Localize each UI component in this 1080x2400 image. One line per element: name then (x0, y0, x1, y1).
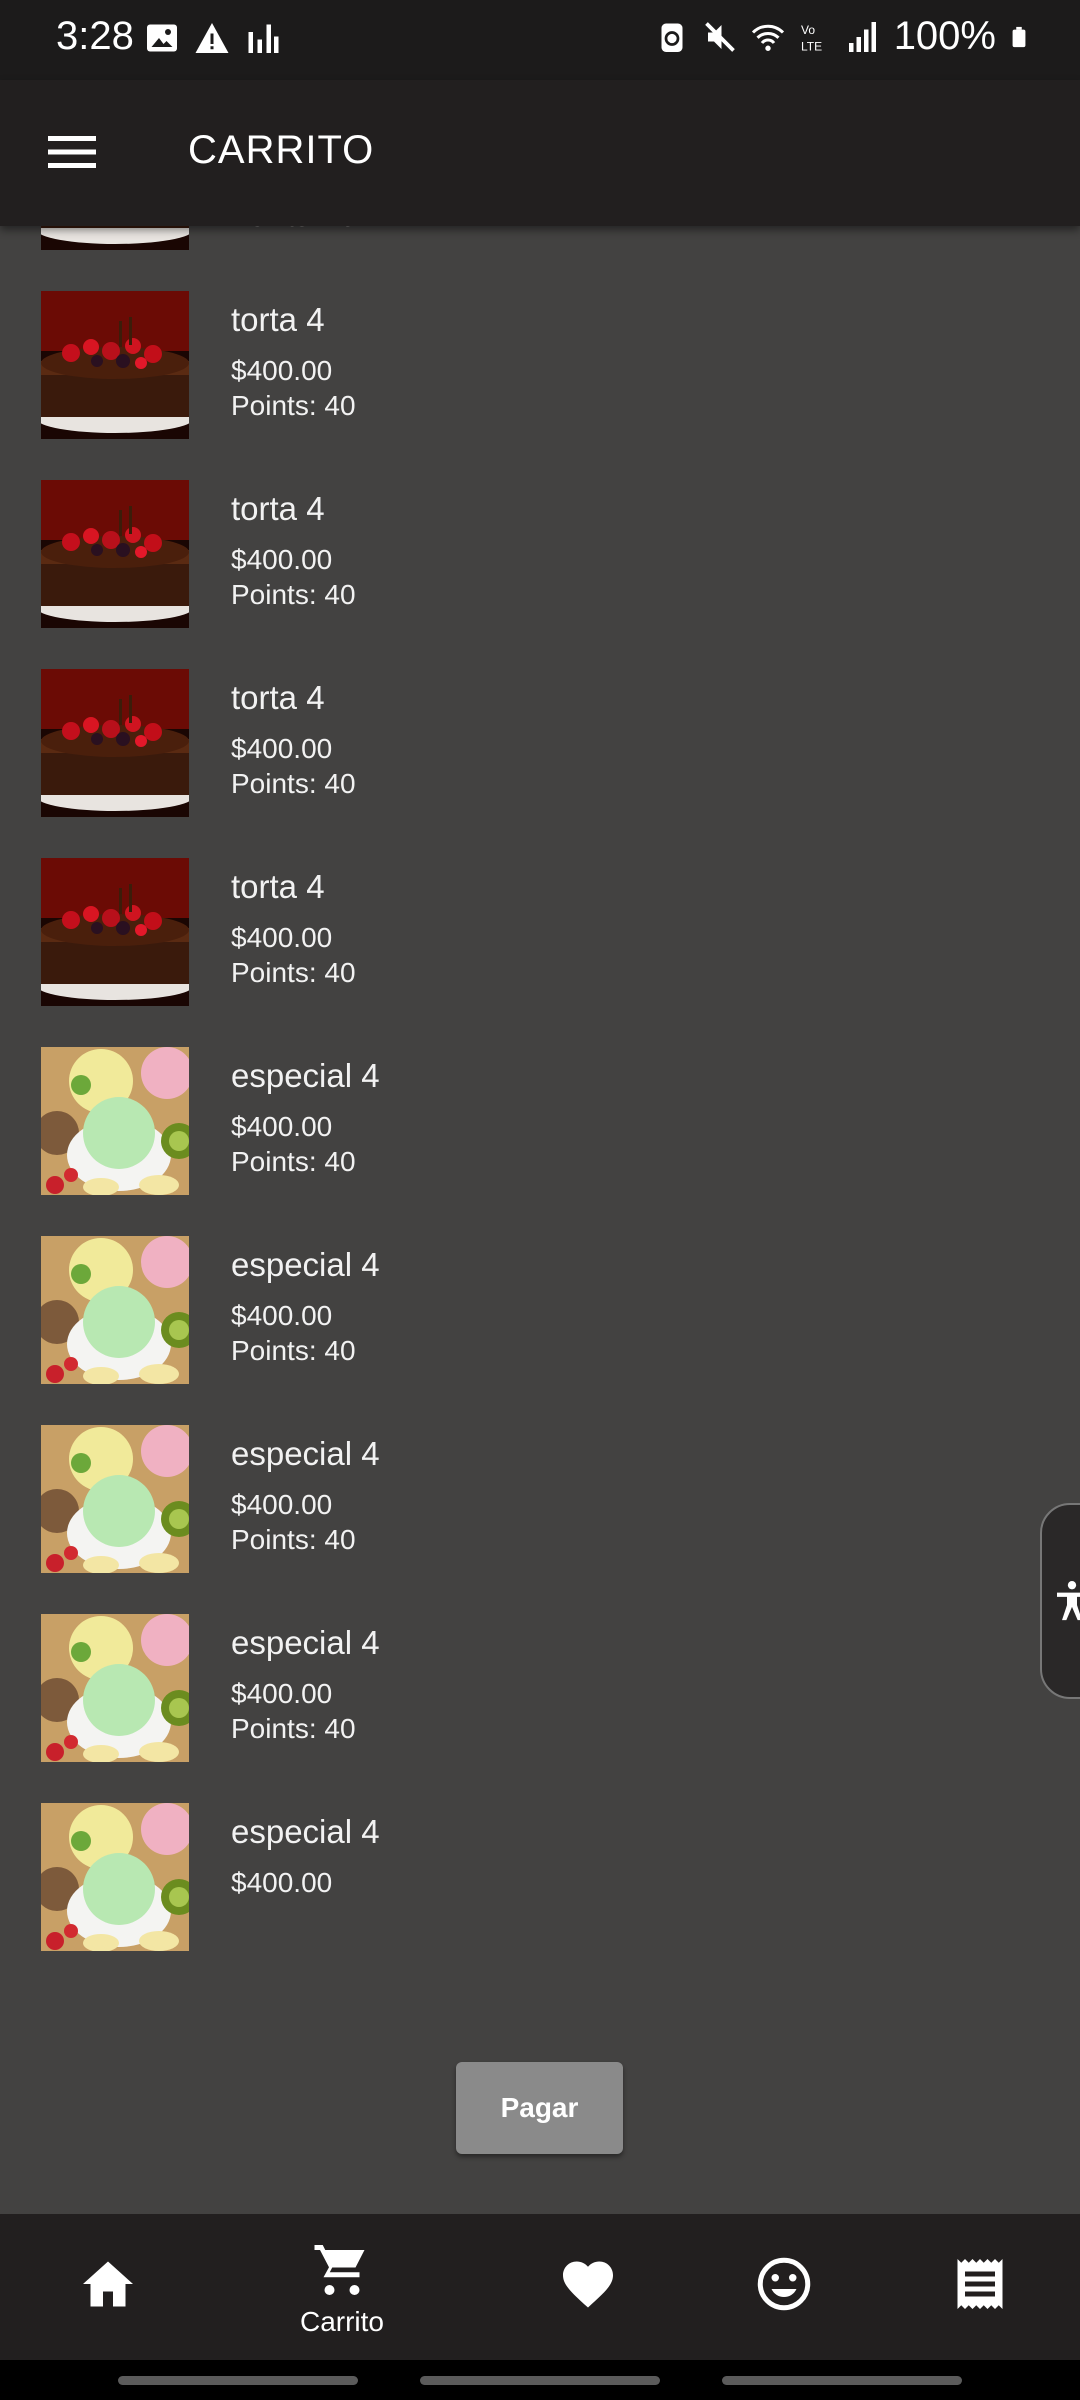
item-points: Points: 40 (231, 957, 356, 988)
hamburger-menu-icon[interactable] (46, 132, 98, 172)
item-thumbnail (41, 291, 189, 439)
cart-item[interactable]: especial 4 $400.00 (0, 1803, 1080, 1992)
item-thumbnail (41, 1614, 189, 1762)
item-price: $400.00 (231, 355, 333, 386)
item-thumbnail (41, 858, 189, 1006)
accessibility-tab[interactable] (1040, 1503, 1080, 1699)
nav-profile[interactable] (676, 2214, 892, 2360)
item-points: Points: 40 (231, 226, 356, 233)
home-icon (83, 2261, 133, 2307)
ice-cream-image (41, 1614, 189, 1762)
item-price: $400.00 (231, 1867, 333, 1898)
ice-cream-image (41, 1425, 189, 1573)
cart-item[interactable]: especial 4 $400.00 Points: 40 (0, 1236, 1080, 1425)
item-price: $400.00 (231, 733, 333, 764)
item-price: $400.00 (231, 1678, 333, 1709)
cart-item[interactable]: torta 4$400.00Points: 40 (0, 226, 1080, 291)
item-name: torta 4 (231, 679, 325, 716)
item-points: Points: 40 (231, 1146, 356, 1177)
cart-list[interactable]: torta 4 $400.00 Points: 40 torta 4 $400.00 P… (0, 226, 1080, 2016)
page-title: CARRITO (188, 128, 375, 172)
nav-cart[interactable]: Carrito (234, 2214, 450, 2360)
item-thumbnail (41, 226, 189, 250)
image-icon (147, 24, 177, 52)
item-points: Points: 40 (231, 1335, 356, 1366)
ice-cream-image (41, 1236, 189, 1384)
volte-icon: Vo LTE (801, 23, 822, 54)
cart-icon (314, 2245, 365, 2295)
svg-text:Vo: Vo (801, 23, 815, 37)
cart-item[interactable]: especial 4 $400.00 Points: 40 (0, 1047, 1080, 1236)
battery-percent: 100% (893, 14, 996, 58)
status-time: 3:28 (56, 14, 134, 58)
cart-item[interactable]: torta 4 $400.00 Points: 40 (0, 669, 1080, 858)
item-thumbnail (41, 1236, 189, 1384)
item-price: $400.00 (231, 1300, 333, 1331)
cart-item[interactable]: torta 4 $400.00 Points: 40 (0, 480, 1080, 669)
svg-text:LTE: LTE (801, 39, 822, 53)
item-price: $400.00 (231, 1489, 333, 1520)
item-points: Points: 40 (231, 1524, 356, 1555)
nav-orders[interactable] (872, 2214, 1080, 2360)
smiley-icon (757, 2257, 811, 2311)
item-thumbnail (41, 669, 189, 817)
app-bar: CARRITO (0, 80, 1080, 226)
item-name: especial 4 (231, 1813, 380, 1850)
cart-item[interactable]: torta 4 $400.00 Points: 40 (0, 858, 1080, 1047)
ice-cream-image (41, 1047, 189, 1195)
item-thumbnail (41, 1047, 189, 1195)
nav-favorites[interactable] (480, 2214, 696, 2360)
nav-cart-label: Carrito (299, 2306, 384, 2337)
signal-icon (848, 21, 876, 52)
item-price: $400.00 (231, 922, 333, 953)
item-points: Points: 40 (231, 579, 356, 610)
item-thumbnail (41, 480, 189, 628)
status-right: Vo LTE 100% (654, 14, 1030, 59)
bar-chart-icon (248, 24, 279, 53)
cake-image (41, 480, 189, 628)
ice-cream-image (41, 1803, 189, 1951)
item-name: torta 4 (231, 490, 325, 527)
item-name: especial 4 (231, 1246, 380, 1283)
warning-icon (195, 23, 229, 53)
mute-icon (704, 21, 735, 52)
item-thumbnail (41, 1425, 189, 1573)
cart-item[interactable]: especial 4 $400.00 Points: 40 (0, 1614, 1080, 1803)
gesture-home[interactable] (420, 2376, 660, 2385)
nav-home[interactable] (0, 2214, 216, 2360)
item-thumbnail (41, 1803, 189, 1951)
heart-icon (563, 2261, 613, 2308)
item-price: $400.00 (231, 544, 333, 575)
recycle-battery-icon (661, 23, 683, 52)
status-left-icons (144, 20, 280, 56)
cart-item[interactable]: torta 4 $400.00 Points: 40 (0, 291, 1080, 480)
item-price: $400.00 (231, 1111, 333, 1142)
bottom-nav: Carrito (0, 2214, 1080, 2360)
pay-button[interactable]: Pagar (456, 2062, 623, 2154)
item-name: especial 4 (231, 1435, 380, 1472)
battery-icon (1012, 26, 1026, 47)
cake-image (41, 858, 189, 1006)
gesture-bar (0, 2360, 1080, 2400)
gesture-recents[interactable] (118, 2376, 358, 2385)
cake-image (41, 669, 189, 817)
item-points: Points: 40 (231, 768, 356, 799)
item-points: Points: 40 (231, 1713, 356, 1744)
accessibility-icon (1057, 1581, 1080, 1621)
gesture-back[interactable] (722, 2376, 962, 2385)
wifi-icon (751, 24, 784, 51)
item-name: torta 4 (231, 868, 325, 905)
item-name: torta 4 (231, 301, 325, 338)
cake-image (41, 226, 189, 250)
item-name: especial 4 (231, 1624, 380, 1661)
item-name: especial 4 (231, 1057, 380, 1094)
item-points: Points: 40 (231, 390, 356, 421)
receipt-icon (957, 2259, 1003, 2309)
status-bar: 3:28 Vo LTE 100% (0, 0, 1080, 80)
cake-image (41, 291, 189, 439)
cart-item[interactable]: especial 4 $400.00 Points: 40 (0, 1425, 1080, 1614)
